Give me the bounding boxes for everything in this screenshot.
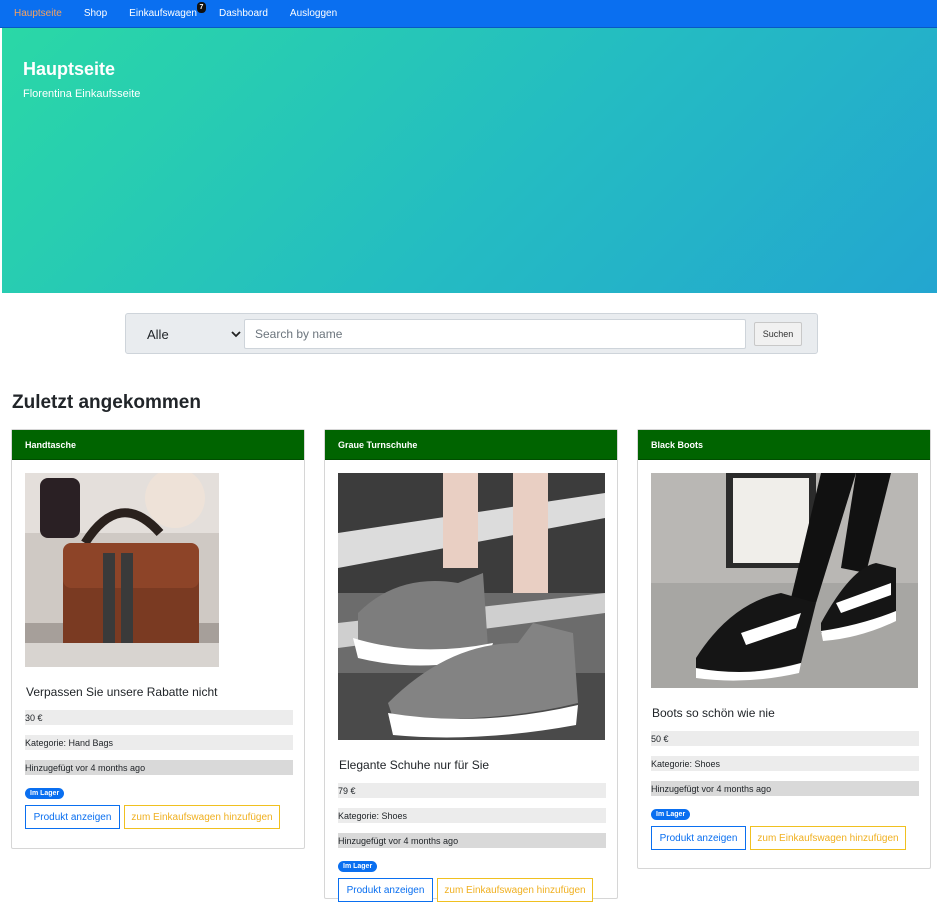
product-card-title: Graue Turnschuhe <box>325 430 617 460</box>
nav-item-ausloggen[interactable]: Ausloggen <box>290 8 337 19</box>
product-category: Kategorie: Shoes <box>651 756 919 771</box>
search-input[interactable]: Search by name <box>244 319 746 349</box>
product-description: Verpassen Sie unsere Rabatte nicht <box>26 685 218 699</box>
search-placeholder: Search by name <box>255 327 343 341</box>
product-price: 30 € <box>25 710 293 725</box>
product-price: 79 € <box>338 783 606 798</box>
hero-title: Hauptseite <box>23 59 116 79</box>
view-product-button[interactable]: Produkt anzeigen <box>338 878 433 902</box>
category-select-value: Alle <box>147 326 169 342</box>
nav-item-einkaufswagen-label: Einkaufswagen <box>129 8 197 19</box>
stock-badge: Im Lager <box>338 861 378 872</box>
hero-subtitle: Florentina Einkaufsseite <box>23 88 141 100</box>
product-card: Black Boots Boots so schön wie nie 50 € … <box>637 429 931 869</box>
add-to-cart-button[interactable]: zum Einkaufswagen hinzufügen <box>437 878 593 902</box>
product-image-handbag[interactable] <box>25 473 219 667</box>
product-image-grey-sneakers[interactable] <box>338 473 605 740</box>
product-added-date: Hinzugefügt vor 4 months ago <box>651 781 919 796</box>
top-navbar: Hauptseite Shop Einkaufswagen 7 Dashboar… <box>0 0 937 28</box>
category-select[interactable]: Alle <box>136 320 246 348</box>
nav-item-hauptseite[interactable]: Hauptseite <box>14 8 62 19</box>
cart-count-badge: 7 <box>197 2 206 13</box>
search-button[interactable]: Suchen <box>754 322 802 346</box>
product-description: Boots so schön wie nie <box>652 706 775 720</box>
nav-item-dashboard[interactable]: Dashboard <box>219 8 268 19</box>
view-product-button[interactable]: Produkt anzeigen <box>651 826 746 850</box>
product-card-title: Handtasche <box>12 430 304 460</box>
stock-badge: Im Lager <box>25 788 65 799</box>
product-card: Graue Turnschuhe Elegante Schuhe nur für… <box>324 429 618 902</box>
product-category: Kategorie: Hand Bags <box>25 735 293 750</box>
product-description: Elegante Schuhe nur für Sie <box>339 758 490 772</box>
product-added-date: Hinzugefügt vor 4 months ago <box>25 760 293 775</box>
nav-item-shop[interactable]: Shop <box>84 8 107 19</box>
product-image-black-boots[interactable] <box>651 473 918 688</box>
view-product-button[interactable]: Produkt anzeigen <box>25 805 120 829</box>
section-title: Zuletzt angekommen <box>12 392 201 413</box>
nav-item-einkaufswagen[interactable]: Einkaufswagen 7 <box>129 2 206 19</box>
product-added-date: Hinzugefügt vor 4 months ago <box>338 833 606 848</box>
stock-badge: Im Lager <box>651 809 691 820</box>
product-price: 50 € <box>651 731 919 746</box>
product-category: Kategorie: Shoes <box>338 808 606 823</box>
product-card-title: Black Boots <box>638 430 930 460</box>
hero-banner: Hauptseite Florentina Einkaufsseite <box>2 28 937 293</box>
chevron-down-icon <box>231 331 241 338</box>
search-bar: Alle Search by name Suchen <box>125 313 818 354</box>
add-to-cart-button[interactable]: zum Einkaufswagen hinzufügen <box>124 805 280 829</box>
product-card: Handtasche Verpassen Sie unsere Rabatte … <box>11 429 305 849</box>
add-to-cart-button[interactable]: zum Einkaufswagen hinzufügen <box>750 826 906 850</box>
